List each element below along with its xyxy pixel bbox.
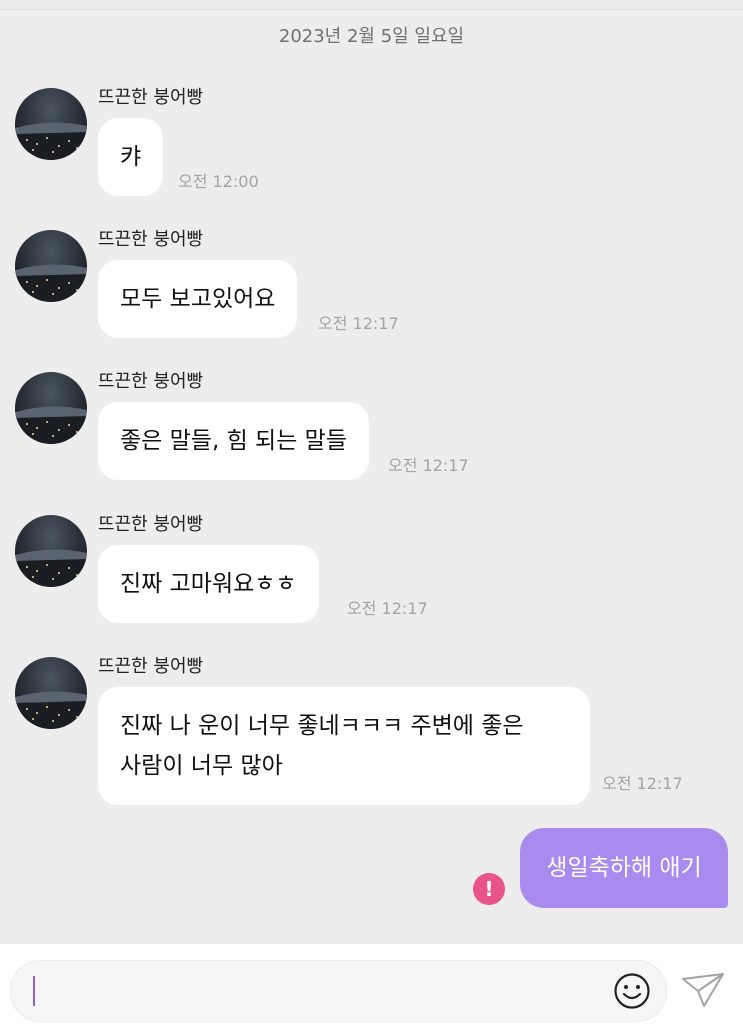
message-time: 오전 12:00 [178, 172, 259, 191]
sender-name: 뜨끈한 붕어빵 [98, 514, 204, 535]
text-cursor [33, 976, 35, 1006]
top-divider [0, 9, 743, 10]
message-bubble[interactable]: 진짜 고마워요ㅎㅎ [98, 545, 319, 623]
avatar[interactable] [15, 372, 87, 444]
sender-name: 뜨끈한 붕어빵 [98, 371, 204, 392]
message-bubble[interactable]: 캬 [98, 118, 164, 196]
message-line: 사람이 너무 많아 [120, 753, 283, 779]
sender-name: 뜨끈한 붕어빵 [98, 87, 204, 108]
my-message-bubble[interactable]: 생일축하해 애기 [520, 828, 728, 908]
message-time: 오전 12:17 [347, 599, 428, 618]
input-bar [0, 944, 743, 1035]
avatar[interactable] [15, 88, 87, 160]
message-time: 오전 12:17 [388, 456, 469, 475]
message-input[interactable] [10, 960, 667, 1022]
sender-name: 뜨끈한 붕어빵 [98, 656, 204, 677]
message-line: 진짜 나 운이 너무 좋네ㅋㅋㅋ 주변에 좋은 [120, 713, 524, 739]
paper-plane-icon[interactable] [680, 970, 726, 1014]
message-bubble[interactable]: 진짜 나 운이 너무 좋네ㅋㅋㅋ 주변에 좋은 사람이 너무 많아 [98, 687, 590, 805]
avatar[interactable] [15, 515, 87, 587]
date-header: 2023년 2월 5일 일요일 [278, 26, 465, 47]
sender-name: 뜨끈한 붕어빵 [98, 229, 204, 250]
message-time: 오전 12:17 [318, 314, 399, 333]
avatar[interactable] [15, 230, 87, 302]
avatar[interactable] [15, 657, 87, 729]
message-time: 오전 12:17 [602, 774, 683, 793]
error-icon[interactable]: ! [473, 873, 505, 905]
message-bubble[interactable]: 모두 보고있어요 [98, 260, 298, 338]
message-bubble[interactable]: 좋은 말들, 힘 되는 말들 [98, 402, 369, 480]
smiley-icon[interactable] [613, 972, 651, 1014]
